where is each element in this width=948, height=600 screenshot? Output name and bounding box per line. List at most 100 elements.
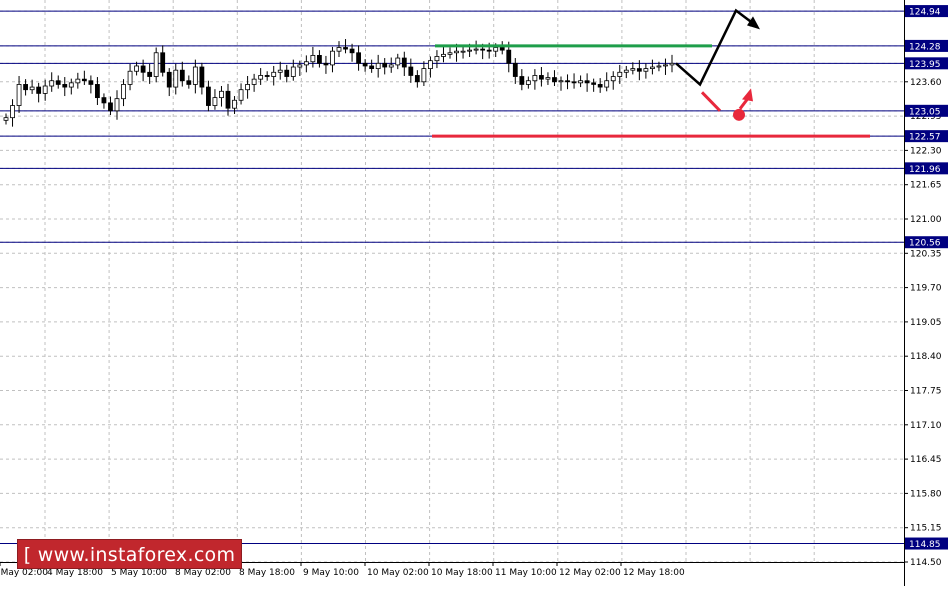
candle-body (251, 78, 257, 85)
candle-body (414, 75, 420, 83)
candle-body (62, 84, 68, 88)
price-tick-label: 120.35 (910, 249, 942, 259)
price-axis-separator (904, 0, 905, 586)
candle-body (81, 78, 87, 82)
candle-body (245, 84, 250, 91)
candle-body (114, 98, 120, 112)
candle-body (434, 56, 440, 62)
candle-body (460, 50, 466, 53)
candle-body (264, 75, 270, 77)
candle-body (545, 77, 551, 80)
candle-body (212, 97, 218, 106)
price-tick-label: 117.10 (910, 421, 942, 431)
candle-body (486, 49, 492, 52)
candle-body (232, 99, 237, 109)
candle-body (656, 65, 662, 68)
candle-body (186, 80, 192, 85)
candle-body (597, 84, 603, 88)
candle-body (179, 69, 185, 82)
candle-body (310, 55, 316, 63)
candle-body (610, 76, 616, 82)
level-label: 120.56 (909, 239, 941, 249)
candle-body (29, 86, 35, 91)
candle-body (630, 68, 636, 71)
candle-body (669, 62, 675, 66)
candle-body (88, 80, 94, 85)
candle-body (519, 76, 525, 85)
time-tick-label: 12 May 02:00 (559, 568, 621, 578)
level-label: 121.96 (909, 165, 941, 175)
candle-body (166, 71, 172, 88)
time-tick-label: 10 May 18:00 (431, 568, 493, 578)
candle-body (303, 61, 309, 66)
candle-body (36, 86, 42, 94)
candle-body (336, 47, 342, 52)
candle-body (591, 82, 597, 85)
level-label: 122.57 (909, 133, 941, 143)
candle-body (604, 80, 610, 88)
candle-body (441, 53, 446, 57)
alt-forecast-arrowhead (742, 88, 753, 102)
candle-body (68, 82, 74, 88)
level-label: 124.28 (909, 42, 941, 52)
forecast-arrowhead (747, 16, 760, 30)
time-tick-label: 11 May 10:00 (495, 568, 557, 578)
candle-body (356, 52, 361, 64)
candle-body (75, 78, 81, 84)
candle-body (3, 117, 9, 121)
candle-body (636, 68, 642, 72)
candle-body (219, 90, 224, 99)
candle-body (571, 81, 577, 84)
candle-body (134, 65, 139, 72)
level-lines (0, 10, 904, 545)
price-tick-label: 119.70 (910, 284, 942, 294)
candle-body (454, 50, 459, 54)
time-tick-label: 10 May 02:00 (367, 568, 429, 578)
candle-body (643, 68, 649, 72)
candle-body (42, 85, 48, 94)
candle-body (199, 66, 205, 88)
forecast-overlays (432, 8, 870, 138)
price-tick-label: 121.65 (910, 181, 942, 191)
candle-body (375, 62, 381, 70)
candle-body (506, 49, 512, 64)
alt-forecast-down (700, 91, 722, 112)
price-tick-label: 122.30 (910, 146, 942, 156)
candle-body (10, 105, 15, 119)
candle-body (225, 90, 231, 109)
candle-body (121, 84, 126, 100)
candle-body (623, 69, 629, 73)
candle-body (317, 55, 322, 64)
level-label: 123.95 (909, 60, 941, 70)
candle-body (49, 80, 55, 87)
candle-body (499, 47, 505, 51)
candle-body (271, 71, 277, 77)
price-tick-label: 114.50 (910, 558, 942, 568)
candle-body (382, 62, 388, 68)
price-tick-label: 121.00 (910, 215, 942, 225)
price-tick-label: 115.15 (910, 524, 942, 534)
candle-body (558, 80, 564, 83)
candle-body (532, 75, 538, 82)
candle-body (663, 64, 668, 67)
candle-body (101, 97, 107, 104)
candle-body (565, 80, 570, 83)
candle-body (147, 71, 153, 77)
candle-body (362, 62, 368, 67)
candle-body (408, 66, 414, 76)
candle-body (395, 57, 401, 66)
candle-body (447, 52, 453, 55)
level-label: 114.85 (909, 540, 941, 550)
candle-body (369, 65, 375, 70)
candle-body (173, 69, 179, 88)
price-tick-label: 119.05 (910, 318, 942, 328)
time-tick-label: 9 May 10:00 (303, 568, 359, 578)
watermark-banner: [ www.instaforex.com ] (17, 539, 242, 596)
candle-body (480, 48, 486, 51)
level-label: 124.94 (909, 8, 941, 18)
forecast-path (675, 8, 758, 87)
candle-body (330, 50, 335, 66)
candle-body (192, 66, 198, 85)
candle-body (238, 89, 244, 101)
candle-body (349, 48, 355, 54)
